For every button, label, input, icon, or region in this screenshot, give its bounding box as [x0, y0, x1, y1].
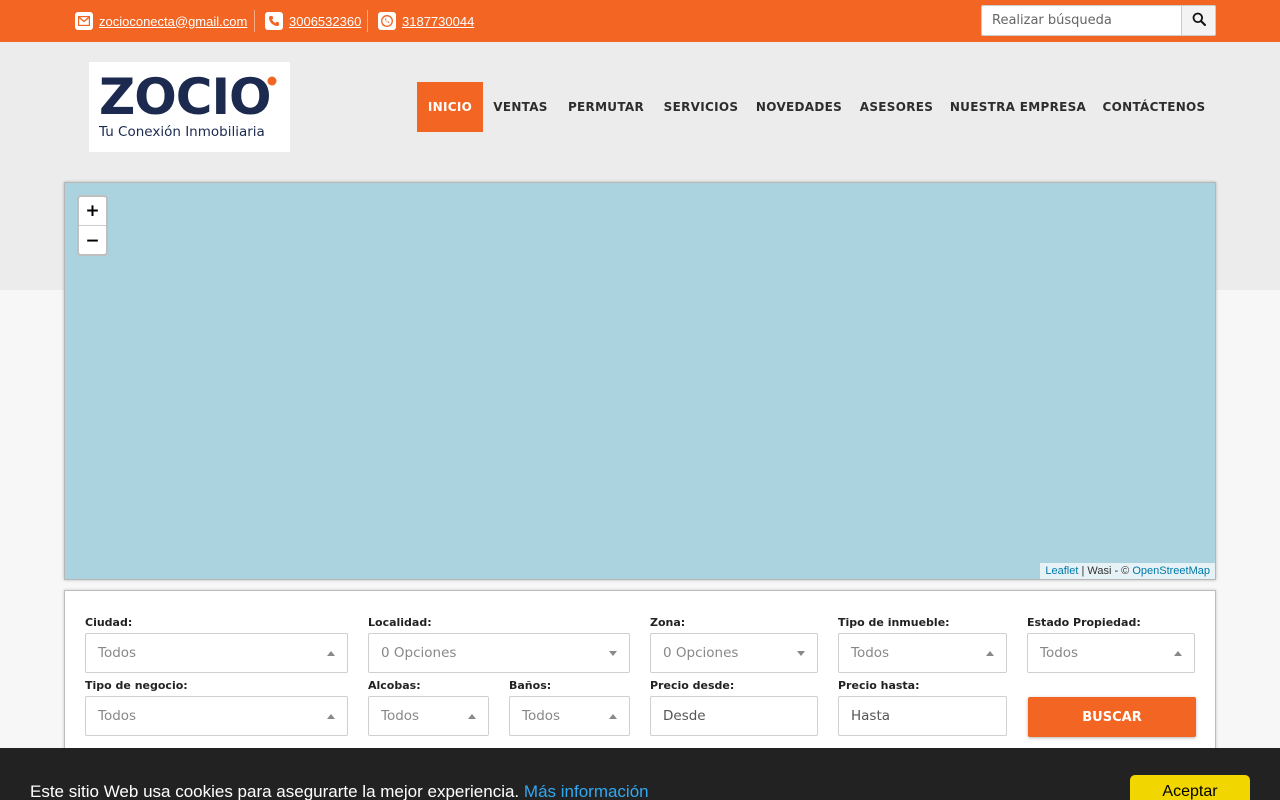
- phone-link[interactable]: 3006532360: [289, 14, 361, 29]
- estado-label: Estado Propiedad:: [1027, 616, 1141, 629]
- ciudad-select[interactable]: Todos: [85, 633, 348, 673]
- whatsapp-link[interactable]: 3187730044: [402, 14, 474, 29]
- phone-contact[interactable]: 3006532360: [265, 11, 361, 31]
- alcobas-value: Todos: [381, 708, 420, 724]
- whatsapp-contact[interactable]: 3187730044: [378, 11, 474, 31]
- zoom-in-button[interactable]: +: [79, 197, 106, 226]
- ciudad-label: Ciudad:: [85, 616, 133, 629]
- tipo-negocio-value: Todos: [98, 708, 137, 724]
- top-bar: zocioconecta@gmail.com 3006532360 318773…: [0, 0, 1280, 42]
- divider: [254, 10, 255, 32]
- localidad-value: 0 Opciones: [381, 645, 457, 661]
- map-attribution: Leaflet | Wasi - © OpenStreetMap: [1040, 563, 1215, 579]
- precio-desde-placeholder: Desde: [663, 708, 706, 724]
- precio-hasta-input[interactable]: Hasta: [838, 696, 1007, 736]
- nav-asesores[interactable]: ASESORES: [853, 82, 940, 132]
- buscar-button[interactable]: BUSCAR: [1028, 697, 1196, 737]
- nav-servicios[interactable]: SERVICIOS: [656, 82, 746, 132]
- nav-nuestra-empresa[interactable]: NUESTRA EMPRESA: [945, 82, 1091, 132]
- leaflet-link[interactable]: Leaflet: [1045, 565, 1078, 577]
- nav-ventas[interactable]: VENTAS: [485, 82, 556, 132]
- tipo-inmueble-label: Tipo de inmueble:: [838, 616, 950, 629]
- cookie-message: Este sitio Web usa cookies para asegurar…: [30, 782, 649, 800]
- zoom-out-button[interactable]: −: [79, 226, 106, 254]
- precio-desde-label: Precio desde:: [650, 679, 735, 692]
- zona-select[interactable]: 0 Opciones: [650, 633, 818, 673]
- search-filters: Ciudad: Todos Localidad: 0 Opciones Zona…: [64, 590, 1216, 760]
- cookie-text: Este sitio Web usa cookies para asegurar…: [30, 782, 520, 800]
- zona-label: Zona:: [650, 616, 686, 629]
- caret-up-icon: [1174, 651, 1182, 656]
- tipo-negocio-select[interactable]: Todos: [85, 696, 348, 736]
- precio-hasta-placeholder: Hasta: [851, 708, 891, 724]
- caret-down-icon: [797, 651, 805, 656]
- nav-permutar[interactable]: PERMUTAR: [561, 82, 651, 132]
- precio-desde-input[interactable]: Desde: [650, 696, 818, 736]
- search-button[interactable]: [1181, 5, 1216, 36]
- alcobas-label: Alcobas:: [368, 679, 421, 692]
- caret-up-icon: [609, 714, 617, 719]
- localidad-select[interactable]: 0 Opciones: [368, 633, 630, 673]
- banos-value: Todos: [522, 708, 561, 724]
- logo-tagline: Tu Conexión Inmobiliaria: [99, 124, 265, 140]
- alcobas-select[interactable]: Todos: [368, 696, 489, 736]
- site-logo[interactable]: ZOCIO Tu Conexión Inmobiliaria: [89, 62, 290, 152]
- zoom-control: + −: [77, 195, 108, 256]
- tipo-inmueble-value: Todos: [851, 645, 890, 661]
- nav-contactenos[interactable]: CONTÁCTENOS: [1097, 82, 1211, 132]
- email-link[interactable]: zocioconecta@gmail.com: [99, 14, 247, 29]
- banos-select[interactable]: Todos: [509, 696, 630, 736]
- email-contact[interactable]: zocioconecta@gmail.com: [75, 11, 247, 31]
- caret-up-icon: [327, 651, 335, 656]
- estado-select[interactable]: Todos: [1027, 633, 1195, 673]
- whatsapp-icon: [378, 12, 396, 30]
- ciudad-value: Todos: [98, 645, 137, 661]
- caret-up-icon: [468, 714, 476, 719]
- tipo-negocio-label: Tipo de negocio:: [85, 679, 188, 692]
- osm-link[interactable]: OpenStreetMap: [1132, 565, 1210, 577]
- tipo-inmueble-select[interactable]: Todos: [838, 633, 1007, 673]
- property-map[interactable]: + − Leaflet | Wasi - © OpenStreetMap: [64, 182, 1216, 580]
- localidad-label: Localidad:: [368, 616, 432, 629]
- precio-hasta-label: Precio hasta:: [838, 679, 920, 692]
- nav-novedades[interactable]: NOVEDADES: [752, 82, 846, 132]
- accept-cookies-button[interactable]: Aceptar: [1130, 775, 1250, 800]
- estado-value: Todos: [1040, 645, 1079, 661]
- zona-value: 0 Opciones: [663, 645, 739, 661]
- nav-inicio[interactable]: INICIO: [417, 82, 483, 132]
- banos-label: Baños:: [509, 679, 552, 692]
- caret-up-icon: [327, 714, 335, 719]
- attribution-text: | Wasi - ©: [1078, 565, 1133, 577]
- search-icon: [1192, 12, 1206, 29]
- caret-down-icon: [609, 651, 617, 656]
- envelope-icon: [75, 12, 93, 30]
- divider: [367, 10, 368, 32]
- more-info-link[interactable]: Más información: [524, 782, 649, 800]
- site-search: [981, 5, 1216, 36]
- cookie-banner: Este sitio Web usa cookies para asegurar…: [0, 748, 1280, 800]
- search-input[interactable]: [981, 5, 1181, 36]
- caret-up-icon: [986, 651, 994, 656]
- phone-icon: [265, 12, 283, 30]
